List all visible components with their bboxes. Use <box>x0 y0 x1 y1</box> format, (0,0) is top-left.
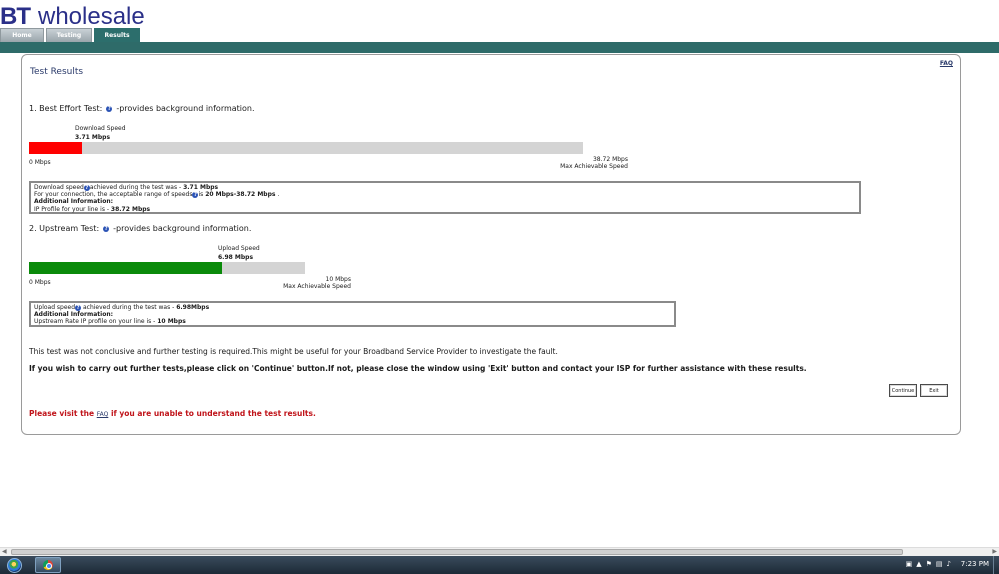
logo-bt: BT <box>0 3 31 30</box>
info-text: IP Profile for your line is - <box>34 205 111 213</box>
upstream-heading: 2. Upstream Test: ? -provides background… <box>29 224 251 233</box>
info-text: achieved during the test was - <box>89 184 184 191</box>
tab-testing[interactable]: Testing <box>46 28 92 42</box>
info-value: 3.71 Mbps <box>183 184 219 191</box>
inconclusive-note: This test was not conclusive and further… <box>29 347 558 356</box>
upload-info-line: Upload speed? achieved during the test w… <box>34 304 671 311</box>
upstream-title: 2. Upstream Test: <box>29 224 100 233</box>
show-desktop-button[interactable] <box>993 556 999 574</box>
faq-inline-link[interactable]: FAQ <box>97 411 109 418</box>
upload-min-label: 0 Mbps <box>29 279 51 286</box>
exit-button[interactable]: Exit <box>920 384 948 397</box>
tray-app-icon[interactable]: ▣ <box>906 560 913 568</box>
taskbar-clock[interactable]: 7:23 PM <box>961 560 989 568</box>
taskbar-chrome-button[interactable] <box>35 557 61 573</box>
continue-button[interactable]: Continue <box>889 384 917 397</box>
download-meter-track <box>29 142 583 154</box>
info-value: 38.72 Mbps <box>110 205 151 213</box>
info-text: . <box>275 191 280 199</box>
download-info-line: For your connection, the acceptable rang… <box>34 191 856 199</box>
download-meter-fill <box>29 142 82 154</box>
info-text: For your connection, the acceptable rang… <box>34 191 193 199</box>
download-info-line: Download speed? achieved during the test … <box>34 184 856 191</box>
tab-results[interactable]: Results <box>94 28 140 42</box>
info-value: 20 Mbps-38.72 Mbps <box>205 191 276 199</box>
upload-info-box: Upload speed? achieved during the test w… <box>29 301 676 327</box>
upload-max-label: Max Achievable Speed <box>283 283 351 290</box>
best-effort-heading: 1. Best Effort Test: ? -provides backgro… <box>29 104 255 113</box>
warning-text: if you are unable to understand the test… <box>108 409 316 418</box>
download-speed-label: Download Speed <box>75 125 126 132</box>
faq-warning: Please visit the FAQ if you are unable t… <box>29 409 316 418</box>
nav-tabs: Home Testing Results <box>0 28 140 42</box>
upload-meter-fill <box>29 262 222 274</box>
windows-orb-icon <box>6 557 22 573</box>
faq-link[interactable]: FAQ <box>940 60 953 67</box>
upstream-help-text: -provides background information. <box>113 224 252 233</box>
taskbar: ▣ ▲ ⚑ ▤ ♪ 7:23 PM <box>0 556 999 574</box>
download-max-value: 38.72 Mbps <box>592 156 628 163</box>
help-icon[interactable]: ? <box>103 225 110 232</box>
upload-info-line: Upstream Rate IP profile on your line is… <box>34 318 671 325</box>
start-button[interactable] <box>2 556 26 574</box>
best-effort-title: 1. Best Effort Test: <box>29 104 103 113</box>
volume-icon[interactable]: ♪ <box>947 560 951 568</box>
info-text: Upstream Rate IP profile on your line is… <box>34 318 158 326</box>
upload-max-value: 10 Mbps <box>325 276 351 283</box>
scroll-right-icon[interactable]: ▶ <box>992 548 997 555</box>
info-value: 10 Mbps <box>157 318 186 326</box>
results-panel: Test Results FAQ 1. Best Effort Test: ? … <box>21 54 961 435</box>
scrollbar-thumb[interactable] <box>11 549 903 555</box>
page-title: Test Results <box>30 67 84 77</box>
chrome-icon <box>43 560 53 570</box>
info-heading: Additional Information: <box>34 198 114 206</box>
upload-meter-track <box>29 262 305 274</box>
page: BT wholesale Home Testing Results Test R… <box>0 0 999 574</box>
header-band <box>0 42 999 53</box>
warning-text: Please visit the <box>29 409 97 418</box>
info-heading: Additional Information: <box>34 311 114 319</box>
network-icon[interactable]: ▤ <box>936 560 943 568</box>
download-info-line: Additional Information: <box>34 198 856 205</box>
download-speed-value: 3.71 Mbps <box>75 134 111 141</box>
info-value: 6.98Mbps <box>176 304 210 311</box>
help-icon[interactable]: ? <box>106 105 113 112</box>
tray-expand-icon[interactable]: ▲ <box>916 560 921 568</box>
upload-speed-value: 6.98 Mbps <box>218 254 254 261</box>
download-min-label: 0 Mbps <box>29 159 51 166</box>
info-text: Download speed <box>34 184 84 191</box>
info-text: Upload speed <box>34 304 76 311</box>
upload-speed-label: Upload Speed <box>218 245 260 252</box>
scroll-left-icon[interactable]: ◀ <box>2 548 7 555</box>
download-max-label: Max Achievable Speed <box>560 163 628 170</box>
system-tray: ▣ ▲ ⚑ ▤ ♪ <box>906 560 951 568</box>
horizontal-scrollbar[interactable]: ◀ ▶ <box>0 547 999 556</box>
download-info-line: IP Profile for your line is - 38.72 Mbps <box>34 206 856 213</box>
instructions-note: If you wish to carry out further tests,p… <box>29 364 807 373</box>
flag-icon[interactable]: ⚑ <box>926 560 932 568</box>
download-info-box: Download speed? achieved during the test … <box>29 181 861 214</box>
tab-home[interactable]: Home <box>0 28 44 42</box>
logo-wholesale: wholesale <box>38 3 145 30</box>
info-text: achieved during the test was - <box>81 304 177 311</box>
best-effort-help-text: -provides background information. <box>116 104 255 113</box>
upload-info-line: Additional Information: <box>34 311 671 318</box>
